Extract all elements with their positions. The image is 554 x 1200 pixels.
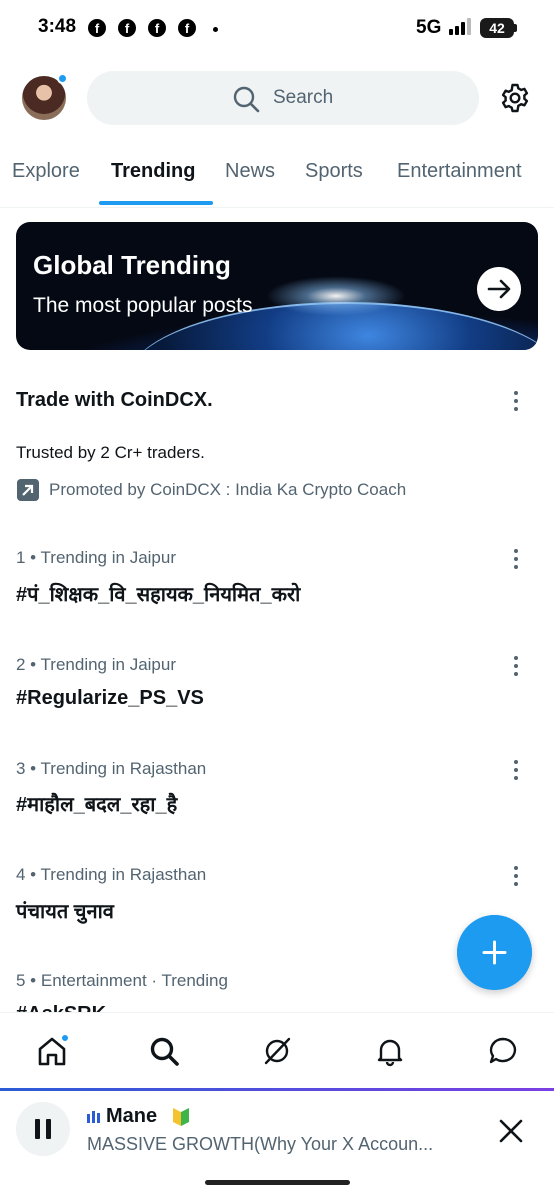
close-icon[interactable] bbox=[498, 1118, 524, 1144]
more-options-icon[interactable] bbox=[513, 655, 519, 677]
global-trending-banner[interactable]: Global Trending The most popular posts bbox=[16, 222, 538, 350]
tab-entertainment[interactable]: Entertainment bbox=[397, 160, 522, 183]
network-type: 5G bbox=[416, 17, 442, 38]
bottom-navigation bbox=[0, 1012, 554, 1088]
search-icon[interactable] bbox=[148, 1035, 180, 1067]
banner-subtitle: The most popular posts bbox=[33, 294, 253, 317]
beginner-badge-icon bbox=[173, 1108, 189, 1126]
more-options-icon[interactable] bbox=[513, 759, 519, 781]
search-icon bbox=[233, 86, 260, 113]
status-time: 3:48 bbox=[38, 16, 77, 37]
search-input[interactable]: Search bbox=[87, 71, 479, 125]
audio-bars-icon bbox=[87, 1111, 100, 1123]
facebook-notification-icon: f bbox=[118, 19, 136, 37]
compose-plus-icon[interactable] bbox=[457, 915, 532, 990]
battery-icon: 42 bbox=[480, 18, 514, 38]
avatar-notification-dot bbox=[57, 73, 68, 84]
media-channel-name: Mane bbox=[106, 1105, 158, 1127]
more-options-icon[interactable] bbox=[513, 865, 519, 887]
messages-icon[interactable] bbox=[487, 1035, 519, 1067]
trend-meta: 1 • Trending in Jaipur bbox=[16, 548, 176, 567]
bell-icon[interactable] bbox=[374, 1035, 406, 1067]
trend-name[interactable]: #Regularize_PS_VS bbox=[16, 687, 204, 710]
facebook-notification-icon: f bbox=[178, 19, 196, 37]
sunrise-glow bbox=[266, 276, 406, 316]
tab-news[interactable]: News bbox=[225, 160, 275, 183]
home-notification-dot bbox=[60, 1033, 70, 1043]
pause-icon[interactable] bbox=[16, 1102, 70, 1156]
banner-title: Global Trending bbox=[33, 250, 231, 280]
trend-meta: 4 • Trending in Rajasthan bbox=[16, 865, 207, 884]
trend-meta: 2 • Trending in Jaipur bbox=[16, 655, 176, 674]
trend-meta: 5 • Entertainment · Trending bbox=[16, 971, 228, 990]
explore-tabs: Explore Trending News Sports Entertainme… bbox=[0, 150, 554, 208]
facebook-notification-icon: f bbox=[88, 19, 106, 37]
more-notifications-dot bbox=[213, 27, 218, 32]
media-player-bar[interactable]: Mane MASSIVE GROWTH(Why Your X Accoun... bbox=[0, 1091, 554, 1200]
media-title: MASSIVE GROWTH(Why Your X Accoun... bbox=[87, 1134, 434, 1154]
status-bar: 3:48 f f f f 5G 42 bbox=[0, 0, 554, 56]
grok-icon[interactable] bbox=[261, 1035, 293, 1067]
trend-name[interactable]: #माहौल_बदल_रहा_है bbox=[16, 790, 177, 817]
tab-trending[interactable]: Trending bbox=[111, 160, 195, 183]
battery-cap bbox=[514, 24, 517, 32]
home-indicator bbox=[205, 1180, 350, 1185]
signal-icon bbox=[449, 18, 471, 35]
trend-meta: 3 • Trending in Rajasthan bbox=[16, 759, 207, 778]
promoted-icon bbox=[17, 479, 39, 501]
trend-name[interactable]: पंचायत चुनाव bbox=[16, 897, 114, 924]
tab-sports[interactable]: Sports bbox=[305, 160, 363, 183]
promoted-by-label: Promoted by CoinDCX : India Ka Crypto Co… bbox=[49, 480, 407, 499]
active-tab-indicator bbox=[99, 201, 213, 205]
more-options-icon[interactable] bbox=[513, 390, 519, 412]
arrow-right-icon[interactable] bbox=[477, 267, 521, 311]
more-options-icon[interactable] bbox=[513, 548, 519, 570]
promoted-body: Trusted by 2 Cr+ traders. bbox=[16, 443, 205, 462]
settings-gear-icon[interactable] bbox=[499, 82, 531, 114]
promoted-title[interactable]: Trade with CoinDCX. bbox=[16, 389, 213, 412]
search-placeholder: Search bbox=[273, 87, 334, 108]
tab-explore[interactable]: Explore bbox=[12, 160, 80, 183]
trend-name[interactable]: #पं_शिक्षक_वि_सहायक_नियमित_करो bbox=[16, 580, 300, 607]
facebook-notification-icon: f bbox=[148, 19, 166, 37]
